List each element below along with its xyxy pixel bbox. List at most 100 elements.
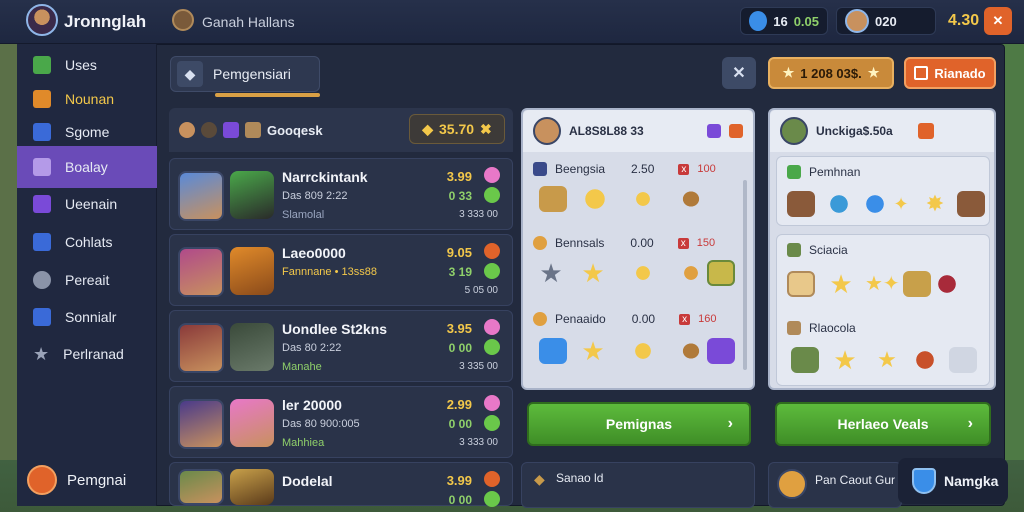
green-gem-icon [787,165,801,179]
close-button[interactable]: ✕ [722,57,756,89]
hero-portrait [178,247,224,297]
chest-icon [539,186,567,212]
hero-stat: 0 33 [448,189,472,203]
map-icon [707,260,735,286]
gem-icon [484,471,500,487]
hero-icon [179,122,195,138]
hero-detail: Das 809 2:22 [282,190,348,202]
gem-icon [484,263,500,279]
bottom-label: Sanao ld [556,471,604,485]
hero-role: Manahe [282,361,322,373]
hero-price: 3.99 [446,473,472,488]
sidebar-item-uses[interactable]: Uses [17,46,157,84]
action-label: Rianado [934,65,986,81]
star-icon: ★ [782,65,795,80]
bottom-card-mid[interactable]: ◆ Sanao ld [521,462,755,508]
reward-value: 2.50 [631,162,655,176]
star-icon: ★ [867,65,880,80]
hero-stat: 0 00 [448,341,472,355]
orange-box-icon [33,90,51,108]
reward-row: Beengsia 2.50 x 100 [533,158,716,180]
orange-gem-icon [729,124,743,138]
sidebar-item-ueenain[interactable]: Ueenain [17,185,157,223]
herlaeo-veals-button[interactable]: Herlaeo Veals › [775,402,991,446]
energy-stat[interactable]: 16 0.05 [740,7,828,35]
hero-icon [201,122,217,138]
gold-star-icon: ★ [581,258,605,288]
gem-icon [484,319,500,335]
hero-card[interactable]: Dodelal 3.99 0 00 [169,462,513,507]
box-icon [914,66,929,80]
lightning-icon [749,11,768,31]
gem-icon [484,339,500,355]
list-header-value[interactable]: ◆ 35.70 ✖ [409,114,505,144]
header-subtitle: Ganah Hallans [202,14,295,30]
loot-section-header: Sciacia [787,239,848,261]
sidebar-item-label: Ueenain [65,196,118,212]
close-app-button[interactable]: ✕ [984,7,1012,35]
bundle-icon [903,271,931,297]
hero-detail: Das 80 2:22 [282,342,342,354]
sidebar-item-label: Uses [65,57,97,73]
currency-label: 1 208 03$. [800,65,862,81]
coin-icon [533,236,547,250]
namgka-label: Namgka [944,473,999,489]
hero-portrait-icon [777,469,807,499]
action-button[interactable]: Rianado [904,57,996,89]
pemignas-button[interactable]: Pemignas › [527,402,751,446]
chevron-right-icon: › [967,415,973,432]
reward-row: Penaaido 0.00 x 160 [533,308,716,330]
player-stat[interactable]: 020 [836,7,936,35]
sidebar-item-sonnialr[interactable]: Sonnialr [17,298,157,336]
grey-star-icon: ★ [539,258,563,288]
leaf-icon [677,338,705,364]
sidebar-item-boalay[interactable]: Boalay [17,146,157,188]
hero-name: Dodelal [282,473,333,489]
hero-card[interactable]: ler 20000 Das 80 900:005 Mahhiea 2.99 0 … [169,386,513,458]
hero-card[interactable]: Laeo0000 Fannnane • 13ss88 9.05 3 19 5 0… [169,234,513,306]
reward-row: Bennsals 0.00 x 150 [533,232,715,254]
leaf-icon: ◆ [422,120,433,137]
item-thumbnail [230,469,274,505]
list-header-amount: 35.70 [439,121,475,137]
leaf-icon [677,186,705,212]
top-bar: Jronnglah Ganah Hallans 16 0.05 020 4.30… [0,0,1024,44]
namgka-button[interactable]: Namgka [898,458,1008,504]
chest-icon [533,162,547,176]
sidebar-item-label: Sonnialr [65,309,117,325]
hero-card[interactable]: Uondlee St2kns Das 80 2:22 Manahe 3.95 0… [169,310,513,382]
hero-card[interactable]: Narrckintank Das 809 2:22 Slamolal 3.99 … [169,158,513,230]
currency-button[interactable]: ★ 1 208 03$. ★ [768,57,894,89]
loot-section-label: Pemhnan [809,165,861,179]
scrollbar[interactable] [743,180,747,370]
bottom-label: Pan Caout Gur [815,473,896,487]
item-thumbnail [230,323,274,371]
sidebar-item-perlranad[interactable]: ★ Perlranad [17,335,157,373]
sparkle-icon: ✦ [893,194,909,214]
reward-label: Penaaido [555,312,606,326]
gem-icon [484,187,500,203]
hero-total: 3 335 00 [459,361,498,372]
player-avatar[interactable] [26,4,58,36]
sidebar-item-pereait[interactable]: Pereait [17,261,157,299]
loot-section: Sciacia ★ ★✦ Rlaocola ★ ★ [776,234,990,386]
item-thumbnail [230,247,274,295]
sidebar-item-cohlats[interactable]: Cohlats [17,223,157,261]
blue-box-icon [33,123,51,141]
green-gem-icon [787,243,801,257]
reward-label: Beengsia [555,162,606,176]
loot-title: Unckiga$.50a [816,124,893,138]
guild-icon [172,9,194,31]
bottom-card-right[interactable]: Pan Caout Gur [768,462,902,508]
purple-box-icon [33,195,51,213]
sidebar-item-label: Sgome [65,124,110,140]
reward-tag: 150 [696,237,716,249]
red-orb-icon [933,271,961,297]
star-icon: ✖ [480,120,492,137]
hero-stat: 3 19 [448,265,472,279]
profile-button[interactable]: Pemgnai [17,460,157,500]
sidebar-item-label: Cohlats [65,234,113,250]
sidebar-item-label: Nounan [65,91,115,107]
tab-pemgensiari[interactable]: ◆ Pemgensiari [170,56,320,92]
loot-panel: Unckiga$.50a Pemhnan ✦ ✸ Sciacia ★ ★✦ Rl… [768,108,996,390]
